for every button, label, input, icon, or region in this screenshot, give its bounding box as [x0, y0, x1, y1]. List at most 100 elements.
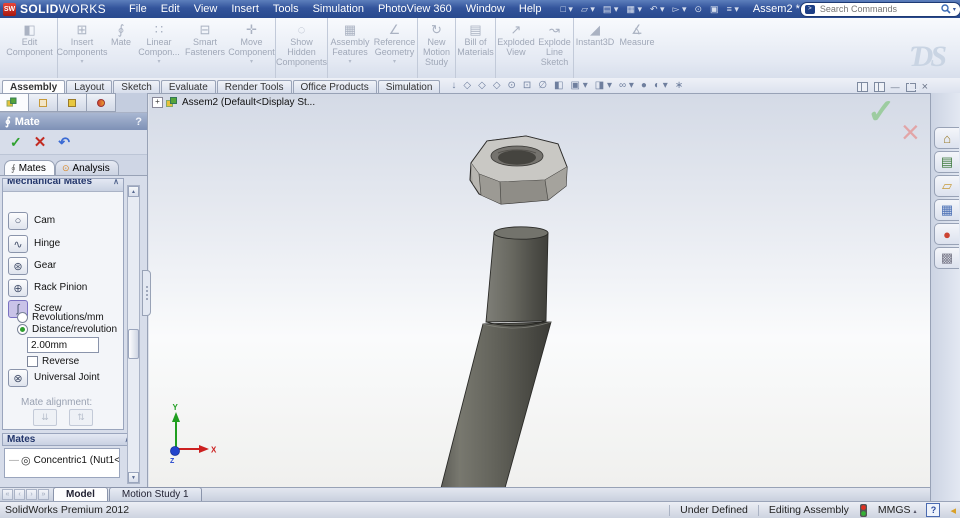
view-tool-icon[interactable]: ◇ [463, 80, 471, 91]
quick-access-icon[interactable]: ▣ [706, 4, 723, 15]
quick-access-icon[interactable]: ↶ ▾ [646, 4, 669, 15]
split-view2-icon[interactable] [873, 82, 885, 92]
quick-access-icon[interactable]: ▤ ▾ [599, 4, 623, 15]
view-tool-icon[interactable]: ◇ [493, 80, 501, 91]
pm-help-icon[interactable]: ? [135, 116, 142, 128]
view-tool-icon[interactable]: ◨ ▾ [595, 80, 612, 91]
ribbon-tab[interactable]: Assembly [2, 80, 66, 93]
view-tool-icon[interactable]: ⊡ [523, 80, 531, 91]
hex-nut[interactable] [469, 135, 568, 205]
next-tab-icon[interactable]: › [26, 489, 37, 500]
confirmation-ok-icon[interactable]: ✓ [867, 92, 896, 132]
menu-item[interactable]: Edit [154, 2, 187, 16]
aligned-button[interactable]: ⇊ [33, 409, 57, 426]
confirmation-cancel-icon[interactable]: × [901, 116, 920, 148]
task-pane-tab-icon[interactable]: ● [934, 223, 959, 245]
cancel-button[interactable]: ✕ [34, 133, 47, 151]
command-button[interactable]: ◢ Instant3D ▾ [574, 18, 616, 78]
mate-type-button[interactable]: ⊕ [8, 279, 28, 297]
revolutions-radio[interactable] [17, 312, 28, 323]
undo-button[interactable]: ↶ [58, 134, 70, 151]
command-button[interactable]: ↝ Explode Line Sketch ▾ [536, 18, 574, 78]
menu-item[interactable]: Help [512, 2, 549, 16]
search-commands-box[interactable]: > ▾ [799, 1, 960, 17]
scroll-down-icon[interactable]: ▼ [128, 472, 139, 483]
scroll-up-icon[interactable]: ▲ [128, 186, 139, 197]
anti-aligned-button[interactable]: ⇅ [69, 409, 93, 426]
ribbon-tab[interactable]: Office Products [292, 80, 377, 93]
view-tool-icon[interactable]: ∅ [538, 80, 547, 91]
tab-property-manager[interactable] [29, 93, 58, 112]
ribbon-tab[interactable]: Sketch [113, 80, 160, 93]
quick-access-icon[interactable]: ≡ ▾ [723, 4, 743, 15]
doc-minimize-button[interactable]: — [891, 82, 900, 92]
reverse-checkbox-row[interactable]: Reverse [27, 356, 79, 367]
task-pane-tab-icon[interactable]: ▦ [934, 199, 959, 221]
tab-analysis[interactable]: ⊙ Analysis [54, 160, 119, 175]
tab-feature-manager[interactable] [0, 93, 29, 112]
command-button[interactable]: ◌ Show Hidden Components ▾ [276, 18, 328, 78]
menu-item[interactable]: Simulation [306, 2, 371, 16]
view-tool-icon[interactable]: ⊙ [508, 80, 516, 91]
ok-button[interactable]: ✓ [10, 134, 22, 151]
mate-type-button[interactable]: ○ [8, 212, 28, 230]
command-button[interactable]: ▤ Bill of Materials ▾ [456, 18, 496, 78]
view-tool-icon[interactable]: ∗ [675, 80, 683, 91]
task-pane-tab-icon[interactable]: ⌂ [934, 127, 959, 149]
command-button[interactable]: ◧ Edit Component ▾ [2, 18, 58, 78]
quick-access-icon[interactable]: □ ▾ [557, 4, 577, 15]
task-pane-tab-icon[interactable]: ▩ [934, 247, 959, 269]
split-view-icon[interactable] [856, 82, 868, 92]
tab-dimxpert-manager[interactable] [87, 93, 116, 112]
panel-splitter-handle[interactable] [142, 270, 151, 316]
menu-item[interactable]: Insert [224, 2, 266, 16]
first-tab-icon[interactable]: « [2, 489, 13, 500]
command-button[interactable]: ✛ Move Component ▾ [228, 18, 276, 78]
view-tool-icon[interactable]: ∞ ▾ [619, 80, 634, 91]
menu-item[interactable]: Window [459, 2, 512, 16]
menu-item[interactable]: PhotoView 360 [371, 2, 459, 16]
status-help-icon[interactable]: ? [926, 503, 941, 517]
universal-joint-button[interactable]: ⊗ [8, 369, 28, 387]
distance-per-revolution-input[interactable] [27, 337, 99, 353]
tab-mates[interactable]: ∮ Mates [4, 160, 55, 175]
revolutions-radio-row[interactable]: Revolutions/mm [17, 312, 104, 323]
prev-tab-icon[interactable]: ‹ [14, 489, 25, 500]
command-button[interactable]: ∮ Mate ▾ [106, 18, 136, 78]
command-button[interactable]: ∷ Linear Compon... ▾ [136, 18, 182, 78]
task-pane-tab-icon[interactable]: ▤ [934, 151, 959, 173]
bolt-shaft[interactable] [440, 226, 552, 488]
search-dropdown-icon[interactable]: ▾ [953, 6, 956, 13]
command-button[interactable]: ↗ Exploded View ▾ [496, 18, 536, 78]
command-button[interactable]: ∡ Measure ▾ [616, 18, 658, 78]
command-button[interactable]: ⊟ Smart Fasteners ▾ [182, 18, 228, 78]
menu-item[interactable]: File [122, 2, 154, 16]
expand-icon[interactable]: + [152, 97, 163, 108]
tab-model[interactable]: Model [53, 487, 108, 501]
scrollbar-thumb[interactable] [128, 329, 139, 359]
quick-access-icon[interactable]: ⊙ [691, 4, 707, 15]
graphics-viewport[interactable]: Y X Z + Assem2 (Default<Display St... ✓ … [149, 92, 930, 488]
menu-item[interactable]: View [187, 2, 225, 16]
view-tool-icon[interactable]: ● [641, 80, 647, 91]
collapse-icon[interactable]: ∧ [113, 179, 119, 186]
mate-list-item[interactable]: — ◎ Concentric1 (Nut1<1 [5, 454, 119, 467]
quick-access-icon[interactable]: ▱ ▾ [577, 4, 599, 15]
menu-item[interactable]: Tools [266, 2, 306, 16]
command-button[interactable]: ↻ New Motion Study ▾ [418, 18, 456, 78]
tab-motion-study[interactable]: Motion Study 1 [108, 487, 202, 501]
quick-access-icon[interactable]: ▻ ▾ [669, 4, 691, 15]
search-input[interactable] [817, 3, 939, 15]
task-pane-tab-icon[interactable]: ▱ [934, 175, 959, 197]
ribbon-tab[interactable]: Render Tools [216, 80, 292, 93]
command-button[interactable]: ▦ Assembly Features ▾ [328, 18, 372, 78]
reverse-checkbox[interactable] [27, 356, 38, 367]
search-icon[interactable] [941, 4, 951, 14]
view-tool-icon[interactable]: ◇ [478, 80, 486, 91]
distance-radio-row[interactable]: Distance/revolution [17, 324, 117, 335]
mates-section-header[interactable]: Mates ∧∧ [2, 433, 138, 446]
command-button[interactable]: ∠ Reference Geometry ▾ [372, 18, 418, 78]
quick-tips-icon[interactable]: ◂ [950, 504, 956, 517]
last-tab-icon[interactable]: » [38, 489, 49, 500]
view-tool-icon[interactable]: ▣ ▾ [570, 80, 587, 91]
